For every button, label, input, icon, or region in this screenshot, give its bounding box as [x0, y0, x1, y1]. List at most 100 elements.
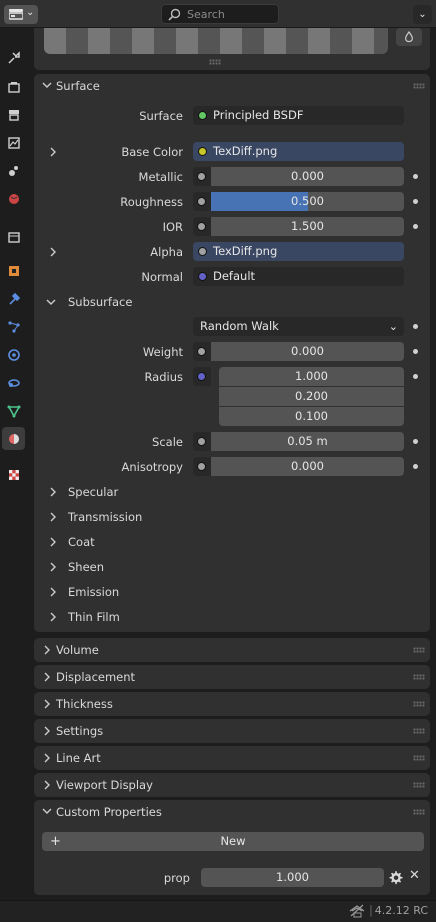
chevron-right-icon	[44, 726, 50, 736]
search-input[interactable]: Search	[161, 4, 279, 24]
tab-output[interactable]	[2, 103, 25, 126]
tab-constraints[interactable]	[2, 371, 25, 394]
weight-label: Weight	[142, 345, 183, 359]
normal-field[interactable]: Default	[193, 267, 404, 286]
properties-header: ⌄ Search ⌄	[0, 0, 436, 28]
tab-tool[interactable]	[2, 46, 25, 69]
viewport-display-panel[interactable]: Viewport Display	[34, 773, 430, 797]
anisotropy-slider[interactable]: 0.000	[211, 457, 404, 476]
scale-socket-button[interactable]	[193, 432, 211, 451]
new-property-label: New	[220, 834, 246, 848]
line-art-panel[interactable]: Line Art	[34, 746, 430, 770]
anisotropy-socket-button[interactable]	[193, 457, 211, 476]
weight-socket-button[interactable]	[193, 342, 211, 361]
preview-world-toggle[interactable]	[396, 28, 422, 46]
physics-icon	[7, 348, 20, 361]
subpanel-title: Coat	[68, 535, 95, 549]
tab-material[interactable]	[2, 427, 25, 450]
tab-collection[interactable]	[2, 225, 25, 248]
tab-texture[interactable]	[2, 463, 25, 486]
radius-z-field[interactable]: 0.100	[219, 407, 404, 426]
keyframe-dot-icon[interactable]	[413, 224, 418, 229]
keyframe-dot-icon[interactable]	[413, 349, 418, 354]
volume-panel[interactable]: Volume	[34, 638, 430, 662]
chevron-down-icon: ⌄	[388, 320, 398, 333]
properties-editor-icon	[9, 9, 23, 20]
keyframe-dot-icon[interactable]	[413, 464, 418, 469]
tab-world[interactable]	[2, 187, 25, 210]
plus-icon: +	[50, 834, 61, 849]
roughness-socket-button[interactable]	[193, 192, 211, 211]
panel-title: Displacement	[56, 670, 136, 684]
float-socket-icon	[197, 222, 206, 231]
keyframe-dot-icon[interactable]	[413, 374, 418, 379]
subsurface-method-dropdown[interactable]: Random Walk ⌄	[193, 317, 404, 336]
tab-object[interactable]	[2, 259, 25, 282]
metallic-slider[interactable]: 0.000	[211, 167, 404, 186]
drag-handle[interactable]	[413, 674, 425, 680]
prop-value-field[interactable]: 1.000	[201, 868, 384, 887]
drag-handle[interactable]	[413, 647, 425, 653]
anisotropy-label: Anisotropy	[121, 460, 183, 474]
tab-modifier[interactable]	[2, 287, 25, 310]
modifier-icon	[8, 292, 20, 305]
settings-panel[interactable]: Settings	[34, 719, 430, 743]
base-color-link-field[interactable]: TexDiff.png	[193, 142, 404, 161]
weight-slider[interactable]: 0.000	[211, 342, 404, 361]
alpha-link-field[interactable]: TexDiff.png	[193, 242, 404, 261]
tab-scene[interactable]	[2, 159, 25, 182]
header-dropdown-button[interactable]: ⌄	[413, 5, 432, 24]
collection-icon	[7, 231, 20, 243]
drag-handle[interactable]	[413, 83, 425, 89]
tab-particles[interactable]	[2, 315, 25, 338]
drag-handle[interactable]	[413, 782, 425, 788]
radius-socket-button[interactable]	[193, 367, 211, 386]
drag-handle[interactable]	[209, 59, 221, 65]
prop-label: prop	[163, 871, 190, 885]
surface-label: Surface	[139, 109, 183, 123]
view-layer-icon	[7, 136, 20, 149]
ior-socket-button[interactable]	[193, 217, 211, 236]
custom-properties-header[interactable]: Custom Properties	[34, 800, 430, 824]
keyframe-dot-icon[interactable]	[413, 324, 418, 329]
search-placeholder: Search	[187, 8, 225, 21]
drag-handle[interactable]	[413, 809, 425, 815]
network-status-icon	[349, 904, 365, 918]
scale-field[interactable]: 0.05 m	[211, 432, 404, 451]
properties-main: Surface Surface Principled BSDF Base Col…	[28, 28, 436, 900]
thickness-panel[interactable]: Thickness	[34, 692, 430, 716]
float-socket-icon	[197, 197, 206, 206]
new-property-button[interactable]: + New	[42, 832, 424, 851]
ior-field[interactable]: 1.500	[211, 217, 404, 236]
shader-socket-icon	[198, 111, 207, 120]
radius-x-field[interactable]: 1.000	[219, 367, 404, 386]
tab-render[interactable]	[2, 75, 25, 98]
chevron-down-icon[interactable]	[46, 297, 56, 307]
world-icon	[8, 193, 19, 204]
displacement-panel[interactable]: Displacement	[34, 665, 430, 689]
base-color-value: TexDiff.png	[213, 144, 278, 158]
editor-type-button[interactable]: ⌄	[4, 5, 38, 24]
subpanel-title: Emission	[68, 585, 120, 599]
metallic-socket-button[interactable]	[193, 167, 211, 186]
tab-data[interactable]	[2, 399, 25, 422]
drag-handle[interactable]	[413, 728, 425, 734]
tab-physics[interactable]	[2, 343, 25, 366]
keyframe-dot-icon[interactable]	[413, 174, 418, 179]
drag-handle[interactable]	[413, 701, 425, 707]
keyframe-dot-icon[interactable]	[413, 199, 418, 204]
radius-y-field[interactable]: 0.200	[219, 387, 404, 406]
subsurface-title[interactable]: Subsurface	[68, 295, 132, 309]
constraints-icon	[7, 378, 20, 387]
drag-handle[interactable]	[413, 755, 425, 761]
float-socket-icon	[197, 172, 206, 181]
surface-shader-field[interactable]: Principled BSDF	[193, 106, 404, 125]
close-icon[interactable]: ✕	[409, 868, 420, 883]
panel-title: Settings	[56, 724, 104, 738]
gear-icon[interactable]	[388, 870, 403, 885]
chevron-down-icon	[42, 808, 52, 814]
tab-view-layer[interactable]	[2, 131, 25, 154]
roughness-slider[interactable]: 0.500	[211, 192, 404, 211]
keyframe-dot-icon[interactable]	[413, 439, 418, 444]
surface-panel-header[interactable]: Surface	[34, 74, 430, 98]
